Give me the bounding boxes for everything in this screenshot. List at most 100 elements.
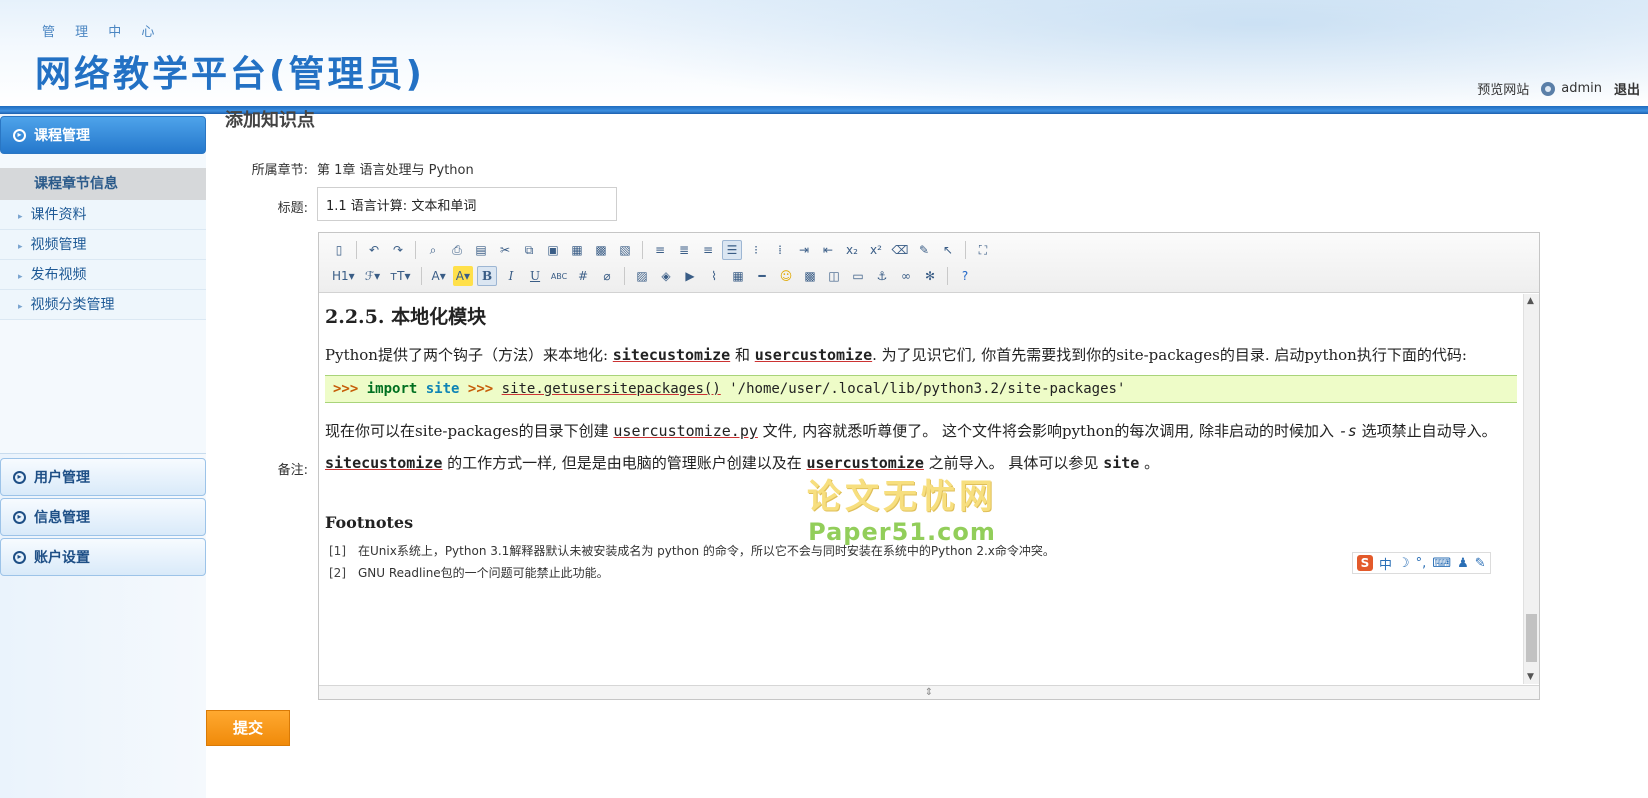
expand-icon: ▸	[13, 128, 26, 142]
footnote-ref[interactable]: [2]	[329, 566, 346, 580]
preview-site-link[interactable]: 预览网站	[1477, 79, 1529, 98]
site-link[interactable]: site	[1103, 454, 1139, 472]
format-painter-icon[interactable]: ✎	[914, 240, 934, 260]
highlight-color-button[interactable]: A ▾	[452, 266, 474, 286]
superscript-icon[interactable]: x²	[866, 240, 886, 260]
font-family-dropdown[interactable]: ℱ ▾	[362, 266, 383, 286]
sidebar-item-label: 发布视频	[30, 267, 87, 283]
sidebar-account-settings[interactable]: ▸ 账户设置	[0, 538, 206, 576]
footnote-text: GNU Readline包的一个问题可能禁止此功能。	[358, 566, 609, 580]
sidebar-user-management[interactable]: ▸ 用户管理	[0, 458, 206, 496]
footnote-1: [1] 在Unix系统上，Python 3.1解释器默认未被安装成名为 pytho…	[325, 540, 1517, 562]
heading-dropdown[interactable]: H1 ▾	[329, 266, 358, 286]
header: 管 理 中 心 网络教学平台(管理员) 预览网站 admin 退出	[0, 0, 1648, 106]
header-subtitle: 管 理 中 心	[42, 25, 163, 40]
paste-text-icon[interactable]: ▦	[567, 240, 587, 260]
subscript-icon[interactable]: x₂	[842, 240, 862, 260]
title-input[interactable]	[317, 187, 617, 221]
editor-toolbar: ▯ ↶ ↷ ⌕ ⎙ ▤ ✂ ⧉ ▣ ▦ ▩ ▧ ≡ ≣ ≡ ☰ ⁝ ⁞ ⇥ ⇤ …	[319, 233, 1539, 293]
font-size-dropdown[interactable]: тT ▾	[387, 266, 413, 286]
attachment-icon[interactable]: ⌇	[704, 266, 724, 286]
editor-content[interactable]: 2.2.5. 本地化模块 Python提供了两个钩子（方法）来本地化: site…	[319, 294, 1523, 684]
footnotes-heading: Footnotes	[325, 513, 414, 532]
italic-button[interactable]: I	[501, 266, 521, 286]
preview-icon[interactable]: ⌕	[423, 240, 443, 260]
table-icon[interactable]: ▦	[728, 266, 748, 286]
unlink-icon[interactable]: ✻	[920, 266, 940, 286]
scroll-up-icon[interactable]: ▲	[1527, 296, 1534, 306]
sidebar-info-management[interactable]: ▸ 信息管理	[0, 498, 206, 536]
outdent-icon[interactable]: ⇤	[818, 240, 838, 260]
scroll-down-icon[interactable]: ▼	[1527, 672, 1534, 682]
source-icon[interactable]: ▯	[329, 240, 349, 260]
select-icon[interactable]: ↖	[938, 240, 958, 260]
redo-icon[interactable]: ↷	[388, 240, 408, 260]
page-break-icon[interactable]: ▭	[848, 266, 868, 286]
sidebar-course-management[interactable]: ▸ 课程管理	[0, 116, 206, 154]
rich-text-editor[interactable]: ▯ ↶ ↷ ⌕ ⎙ ▤ ✂ ⧉ ▣ ▦ ▩ ▧ ≡ ≣ ≡ ☰ ⁝ ⁞ ⇥ ⇤ …	[318, 232, 1540, 700]
select-all-icon[interactable]: ▧	[615, 240, 635, 260]
indent-icon[interactable]: ⇥	[794, 240, 814, 260]
text: 文件, 内容就悉听尊便了。 这个文件将会影响python的每次调用, 除非启动的…	[757, 422, 1339, 440]
sidebar-info-management-label: 信息管理	[34, 510, 90, 526]
sidebar-section-course-chapters[interactable]: 课程章节信息	[0, 168, 206, 200]
eraser-icon[interactable]: ⌀	[597, 266, 617, 286]
ime-language-toggle[interactable]: 中	[1379, 554, 1392, 573]
image-upload-icon[interactable]: ▩	[800, 266, 820, 286]
align-left-icon[interactable]: ≡	[650, 240, 670, 260]
expand-icon: ▸	[13, 550, 26, 564]
editor-resize-handle[interactable]: ⇕	[319, 685, 1539, 699]
align-center-icon[interactable]: ≣	[674, 240, 694, 260]
submit-button[interactable]: 提交	[206, 710, 290, 746]
table-grid-icon[interactable]: #	[573, 266, 593, 286]
font-color-button[interactable]: A ▾	[429, 266, 449, 286]
sidebar-item-publish-video[interactable]: ▸ 发布视频	[0, 260, 206, 290]
underline-button[interactable]: U	[525, 266, 545, 286]
scrollbar-thumb[interactable]	[1526, 614, 1537, 662]
bold-button[interactable]: B	[477, 266, 498, 286]
footnote-ref[interactable]: [1]	[329, 544, 346, 558]
font-color-button-label: A	[431, 269, 440, 283]
sidebar-item-courseware[interactable]: ▸ 课件资料	[0, 200, 206, 230]
print-icon[interactable]: ⎙	[447, 240, 467, 260]
text: . 为了见识它们, 你首先需要找到你的site-packages的目录. 启动p…	[872, 346, 1467, 364]
flash-icon[interactable]: ◈	[656, 266, 676, 286]
align-right-icon[interactable]: ≡	[698, 240, 718, 260]
toolbar-row-1: ▯ ↶ ↷ ⌕ ⎙ ▤ ✂ ⧉ ▣ ▦ ▩ ▧ ≡ ≣ ≡ ☰ ⁝ ⁞ ⇥ ⇤ …	[329, 239, 993, 261]
sidebar-item-video-categories[interactable]: ▸ 视频分类管理	[0, 290, 206, 320]
ime-skin-icon[interactable]: ♟	[1457, 556, 1469, 571]
media-icon[interactable]: ▶	[680, 266, 700, 286]
code-icon[interactable]: ◫	[824, 266, 844, 286]
cut-icon[interactable]: ✂	[495, 240, 515, 260]
main-content: 添加知识点 所属章节: 第 1章 语言处理与 Python 标题: 备注: ▯ …	[206, 110, 1648, 798]
ime-logo-icon[interactable]: S	[1357, 555, 1373, 571]
fullscreen-icon[interactable]: ⛶	[973, 240, 993, 260]
link-icon[interactable]: ∞	[896, 266, 916, 286]
ordered-list-icon[interactable]: ⁝	[746, 240, 766, 260]
anchor-icon[interactable]: ⚓	[872, 266, 892, 286]
paste-icon[interactable]: ▣	[543, 240, 563, 260]
copy-icon[interactable]: ⧉	[519, 240, 539, 260]
emoticon-icon[interactable]: ☺	[776, 266, 796, 286]
image-icon[interactable]: ▨	[632, 266, 652, 286]
editor-scrollbar[interactable]: ▲ ▼	[1523, 294, 1539, 684]
ime-keyboard-icon[interactable]: ⌨	[1432, 556, 1451, 571]
logout-link[interactable]: 退出	[1614, 79, 1640, 98]
horizontal-rule-icon[interactable]: ━	[752, 266, 772, 286]
strikethrough-button[interactable]: ABC	[549, 266, 569, 286]
sidebar-item-video-management[interactable]: ▸ 视频管理	[0, 230, 206, 260]
unordered-list-icon[interactable]: ⁞	[770, 240, 790, 260]
help-icon[interactable]: ?	[955, 266, 975, 286]
clear-format-icon[interactable]: ⌫	[890, 240, 910, 260]
undo-icon[interactable]: ↶	[364, 240, 384, 260]
ime-punctuation-icon[interactable]: °,	[1416, 556, 1427, 571]
paste-word-icon[interactable]: ▩	[591, 240, 611, 260]
template-icon[interactable]: ▤	[471, 240, 491, 260]
toolbar-separator	[947, 267, 949, 285]
code-prompt: >>>	[467, 381, 494, 397]
ime-width-icon[interactable]: ☽	[1398, 556, 1410, 571]
align-justify-icon[interactable]: ☰	[722, 240, 742, 260]
ime-settings-icon[interactable]: ✎	[1475, 556, 1486, 571]
ime-toolbar[interactable]: S 中 ☽ °, ⌨ ♟ ✎	[1352, 552, 1491, 574]
font-size-dropdown-label: тT	[390, 269, 405, 283]
